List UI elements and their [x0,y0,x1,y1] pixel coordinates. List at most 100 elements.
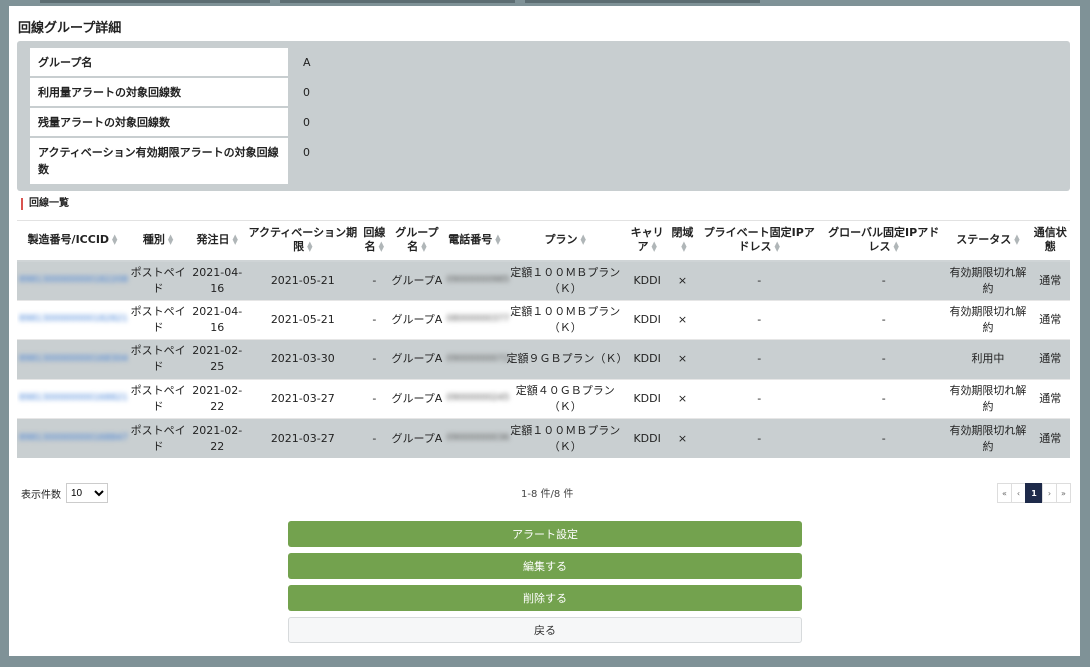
cell-comm: 通常 [1030,378,1070,419]
cell-status: 有効期限切れ解約 [945,378,1031,419]
column-header[interactable]: 回線名 ▲ ▼ [359,220,390,262]
iccid-link[interactable]: 8981300000000182208 [19,274,128,287]
cell-carrier: KDDI [625,260,669,300]
info-label: 利用量アラートの対象回線数 [30,78,288,106]
column-header[interactable]: 電話番号 ▲ ▼ [444,220,505,262]
table-row: 8981300000000182821 ポストペイド 2021-04-16 20… [17,299,1070,340]
iccid-link[interactable]: 8981300000000168304 [19,353,128,366]
page-title: 回線グループ詳細 [18,21,122,36]
cell-type: ポストペイド [128,339,189,379]
prev-page-button[interactable]: ‹ [1011,483,1026,503]
delete-button[interactable]: 削除する [288,585,802,611]
per-page-label: 表示件数 [21,489,61,501]
cell-phone: 08000000377 [446,314,510,325]
info-label: グループ名 [30,48,288,76]
group-info-panel: グループ名 A 利用量アラートの対象回線数 0 残量アラートの対象回線数 0 ア… [17,41,1070,191]
sort-icon: ▲ ▼ [167,233,174,247]
cell-closed: × [668,378,697,419]
info-row-group-name: グループ名 A [30,48,570,76]
cell-group: グループA [389,339,445,379]
cell-carrier: KDDI [625,378,669,419]
table-row: 8981300000000168847 ポストペイド 2021-02-22 20… [17,418,1070,458]
cell-status: 有効期限切れ解約 [945,260,1031,300]
cell-line-name: - [359,299,390,340]
column-header[interactable]: 製造番号/ICCID ▲ ▼ [17,220,128,262]
info-value: 0 [303,86,310,99]
cell-activation: 2021-03-30 [246,339,360,379]
cell-private-ip: - [696,299,822,340]
cell-group: グループA [389,418,445,458]
sort-icon: ▲ ▼ [893,240,899,254]
cell-phone: 09000000985 [446,275,510,285]
sort-icon: ▲ ▼ [421,240,427,254]
page-1-button[interactable]: 1 [1025,483,1043,503]
column-header[interactable]: プラン ▲ ▼ [504,220,626,262]
column-header[interactable]: ステータス ▲ ▼ [945,220,1031,262]
cell-plan: 定額１００ＭＢプラン（Ｋ） [504,418,626,458]
info-row-activation-alert: アクティベーション有効期限アラートの対象回線数 0 [30,138,570,184]
back-button[interactable]: 戻る [288,617,802,643]
column-header[interactable]: グローバル固定IPアドレス ▲ ▼ [821,220,946,262]
info-label: アクティベーション有効期限アラートの対象回線数 [30,138,288,184]
column-header[interactable]: グループ名 ▲ ▼ [389,220,445,262]
table-row: 8981300000000168821 ポストペイド 2021-02-22 20… [17,378,1070,419]
iccid-link[interactable]: 8981300000000168847 [19,432,128,445]
cell-comm: 通常 [1030,339,1070,379]
cell-global-ip: - [821,378,946,419]
column-header[interactable]: 発注日 ▲ ▼ [188,220,247,262]
cell-comm: 通常 [1030,260,1070,300]
info-row-usage-alert: 利用量アラートの対象回線数 0 [30,78,570,106]
sort-icon: ▲ ▼ [774,240,780,254]
cell-group: グループA [389,260,445,300]
cell-closed: × [668,299,697,340]
pagination: « ‹ 1 › » [997,483,1071,503]
cell-status: 有効期限切れ解約 [945,418,1031,458]
cell-activation: 2021-03-27 [246,378,360,419]
lines-table: 製造番号/ICCID ▲ ▼ 種別 ▲ ▼ 発注日 ▲ ▼ アクティベーション期限 ▲ ▼ 回線… [17,220,1070,458]
sort-icon: ▲ ▼ [651,240,657,254]
alert-settings-button[interactable]: アラート設定 [288,521,802,547]
sort-icon: ▲ ▼ [580,233,586,247]
cell-closed: × [668,260,697,300]
table-row: 8981300000000168304 ポストペイド 2021-02-25 20… [17,339,1070,379]
column-header[interactable]: キャリア ▲ ▼ [625,220,669,262]
next-page-button[interactable]: › [1042,483,1057,503]
column-header[interactable]: 通信状態 [1030,220,1070,262]
cell-order-date: 2021-02-25 [188,339,247,379]
sort-icon: ▲ ▼ [681,240,687,254]
table-footer: 表示件数 10 1-8 件/8 件 « ‹ 1 › » [21,483,1071,503]
cell-line-name: - [359,260,390,300]
cell-line-name: - [359,418,390,458]
iccid-link[interactable]: 8981300000000168821 [19,392,128,405]
cell-phone: 09000000036 [446,433,510,443]
cell-carrier: KDDI [625,418,669,458]
first-page-button[interactable]: « [997,483,1012,503]
iccid-link[interactable]: 8981300000000182821 [19,313,128,326]
cell-type: ポストペイド [128,418,189,458]
column-header[interactable]: アクティベーション期限 ▲ ▼ [246,220,360,262]
cell-comm: 通常 [1030,299,1070,340]
cell-plan: 定額４０ＧＢプラン（Ｋ） [504,378,626,419]
cell-private-ip: - [696,418,822,458]
cell-phone: 09000000072 [446,353,510,364]
sort-icon: ▲ ▼ [232,233,238,247]
cell-closed: × [668,418,697,458]
last-page-button[interactable]: » [1056,483,1071,503]
sort-icon: ▲ ▼ [378,240,385,254]
cell-group: グループA [389,378,445,419]
cell-global-ip: - [821,418,946,458]
cell-private-ip: - [696,378,822,419]
cell-carrier: KDDI [625,299,669,340]
info-value: A [303,56,311,69]
column-header[interactable]: 閉域▲ ▼ [668,220,697,262]
lines-table-container[interactable]: 製造番号/ICCID ▲ ▼ 種別 ▲ ▼ 発注日 ▲ ▼ アクティベーション期限 ▲ ▼ 回線… [17,220,1070,460]
cell-activation: 2021-03-27 [246,418,360,458]
edit-button[interactable]: 編集する [288,553,802,579]
cell-global-ip: - [821,339,946,379]
info-label: 残量アラートの対象回線数 [30,108,288,136]
info-row-remaining-alert: 残量アラートの対象回線数 0 [30,108,570,136]
cell-line-name: - [359,378,390,419]
per-page-select[interactable]: 10 [66,483,108,503]
column-header[interactable]: プライベート固定IPアドレス ▲ ▼ [696,220,822,262]
column-header[interactable]: 種別 ▲ ▼ [128,220,189,262]
